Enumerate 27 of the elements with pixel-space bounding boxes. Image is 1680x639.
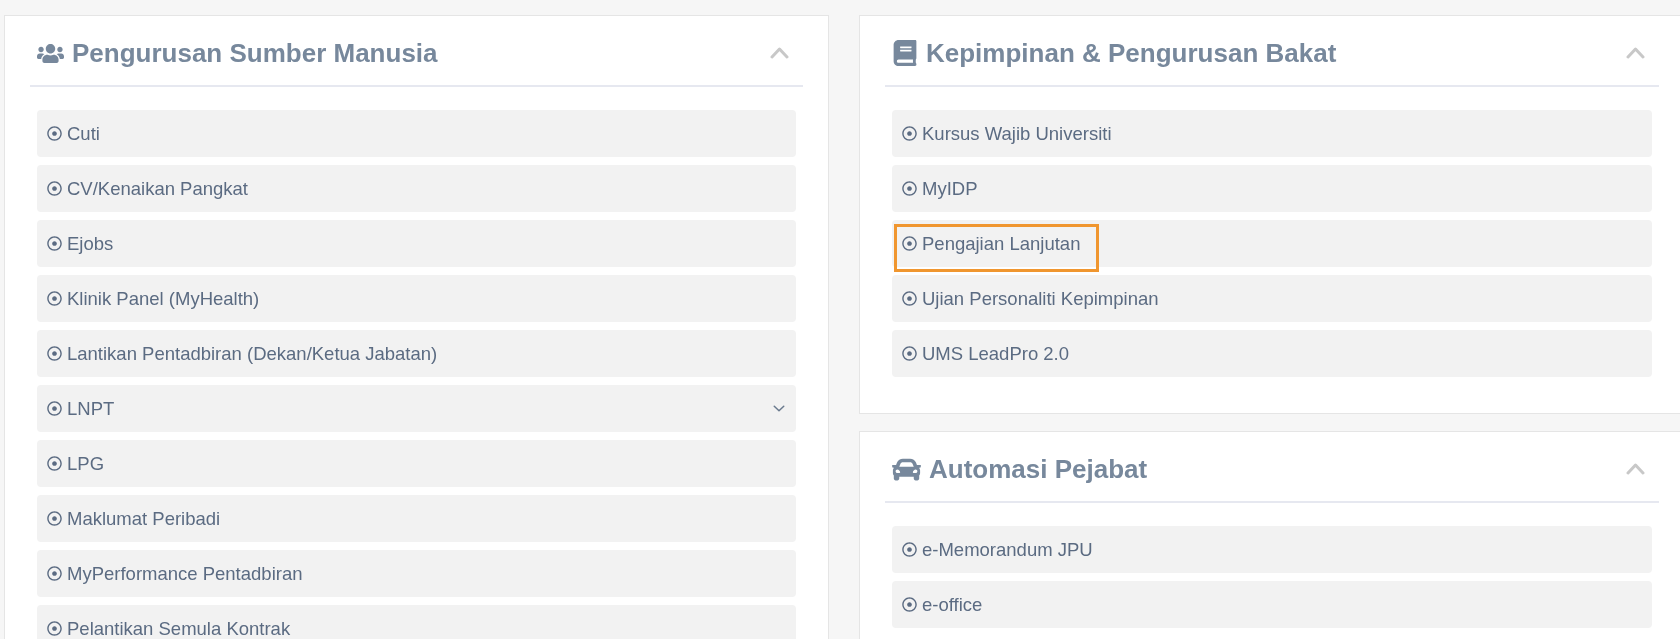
panel-title: Automasi Pejabat	[929, 453, 1149, 485]
panel-title: Kepimpinan & Pengurusan Bakat	[926, 37, 1338, 69]
menu-item[interactable]: CV/Kenaikan Pangkat	[37, 165, 796, 212]
collapse-button[interactable]	[770, 47, 789, 59]
menu-item[interactable]: Klinik Panel (MyHealth)	[37, 275, 796, 322]
menu-item[interactable]: e-office	[892, 581, 1652, 628]
menu-item[interactable]: MyPerformance Pentadbiran	[37, 550, 796, 597]
menu-item[interactable]: Ejobs	[37, 220, 796, 267]
collapse-button[interactable]	[1626, 463, 1645, 475]
panel-title: Pengurusan Sumber Manusia	[72, 37, 439, 69]
chevron-up-icon	[1626, 463, 1645, 475]
chevron-up-icon	[770, 47, 789, 59]
collapse-button[interactable]	[1626, 47, 1645, 59]
menu-item[interactable]: UMS LeadPro 2.0	[892, 330, 1652, 377]
menu-item[interactable]: Lantikan Pentadbiran (Dekan/Ketua Jabatan)	[37, 330, 796, 377]
menu-item[interactable]: e-Memorandum JPU	[892, 526, 1652, 573]
chevron-up-icon	[1626, 47, 1645, 59]
menu-item[interactable]: Cuti	[37, 110, 796, 157]
menu-item[interactable]: LNPT	[37, 385, 796, 432]
book-icon	[892, 40, 918, 66]
chevron-down-icon	[773, 405, 785, 412]
menu-item[interactable]: Ujian Personaliti Kepimpinan	[892, 275, 1652, 322]
menu-item[interactable]: Kursus Wajib Universiti	[892, 110, 1652, 157]
menu-item[interactable]: Maklumat Peribadi	[37, 495, 796, 542]
menu-item[interactable]: Pelantikan Semula Kontrak	[37, 605, 796, 639]
menu-item[interactable]: MyIDP	[892, 165, 1652, 212]
menu-item[interactable]: LPG	[37, 440, 796, 487]
